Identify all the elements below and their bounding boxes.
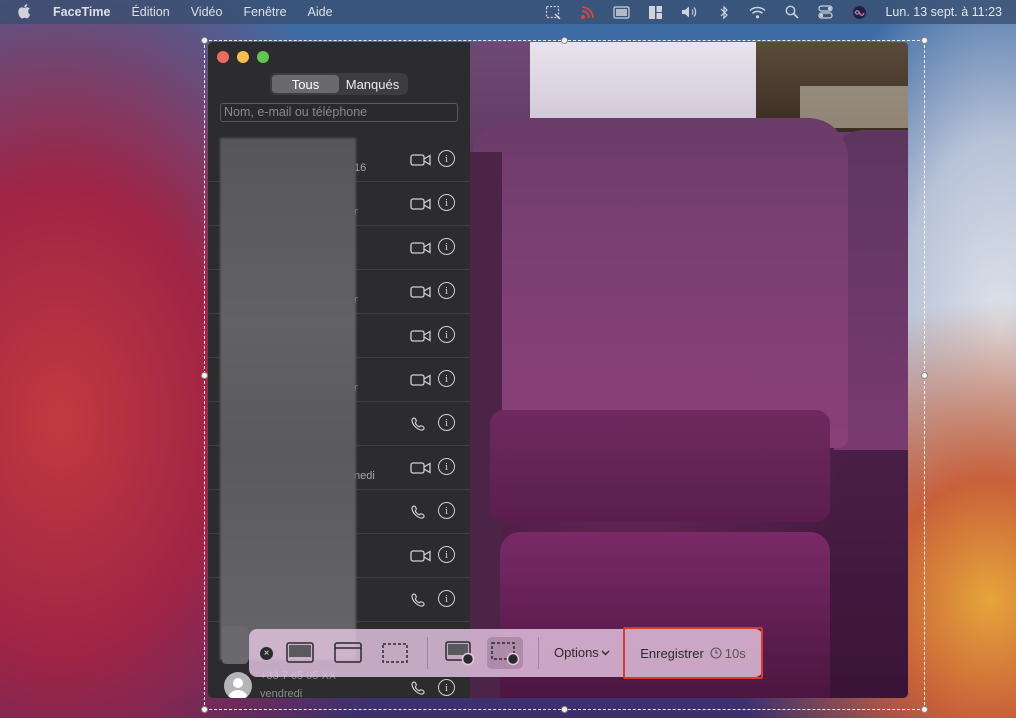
- menu-edition[interactable]: Édition: [131, 5, 169, 19]
- layout-icon[interactable]: [647, 5, 664, 20]
- options-label: Options: [554, 645, 599, 660]
- siri-icon[interactable]: [851, 5, 868, 20]
- capture-selection-area[interactable]: [201, 37, 928, 713]
- resize-handle[interactable]: [921, 706, 928, 713]
- volume-icon[interactable]: [681, 5, 698, 20]
- resize-handle[interactable]: [561, 37, 568, 44]
- control-center-icon[interactable]: [817, 5, 834, 20]
- resize-handle[interactable]: [201, 372, 208, 379]
- menu-help[interactable]: Aide: [308, 5, 333, 19]
- toolbar-divider: [427, 637, 428, 669]
- rss-icon[interactable]: [579, 5, 596, 20]
- menu-video[interactable]: Vidéo: [191, 5, 223, 19]
- status-area: Lun. 13 sept. à 11:23: [545, 0, 1016, 24]
- record-button[interactable]: Enregistrer 10s: [623, 627, 763, 679]
- chevron-down-icon: [601, 650, 610, 655]
- bluetooth-icon[interactable]: [715, 5, 732, 20]
- apple-icon[interactable]: [0, 3, 31, 22]
- resize-handle[interactable]: [561, 706, 568, 713]
- screenshot-selection-icon[interactable]: [545, 5, 562, 20]
- screenshot-toolbar: × Options Enregistrer 10s: [249, 627, 763, 679]
- timer-value: 10s: [724, 645, 746, 661]
- record-entire-screen-icon[interactable]: [442, 637, 478, 669]
- search-icon[interactable]: [783, 5, 800, 20]
- resize-handle[interactable]: [201, 37, 208, 44]
- close-toolbar-icon[interactable]: ×: [260, 647, 273, 660]
- resize-handle[interactable]: [921, 372, 928, 379]
- capture-window-icon[interactable]: [330, 637, 366, 669]
- options-button[interactable]: Options: [554, 645, 610, 660]
- menu-window[interactable]: Fenêtre: [243, 5, 286, 19]
- timer-icon: [710, 647, 722, 659]
- capture-selection-icon[interactable]: [377, 637, 413, 669]
- wifi-icon[interactable]: [749, 5, 766, 20]
- toolbar-divider: [538, 637, 539, 669]
- capture-entire-screen-icon[interactable]: [282, 637, 318, 669]
- resize-handle[interactable]: [201, 706, 208, 713]
- display-icon[interactable]: [613, 5, 631, 20]
- timer-indicator: 10s: [710, 646, 746, 661]
- resize-handle[interactable]: [921, 37, 928, 44]
- record-label: Enregistrer: [640, 645, 704, 661]
- record-selection-icon[interactable]: [487, 637, 523, 669]
- menu-app-name[interactable]: FaceTime: [53, 5, 110, 19]
- menubar-clock[interactable]: Lun. 13 sept. à 11:23: [885, 5, 1002, 19]
- menu-bar: FaceTime Édition Vidéo Fenêtre Aide Lun.…: [0, 0, 1016, 24]
